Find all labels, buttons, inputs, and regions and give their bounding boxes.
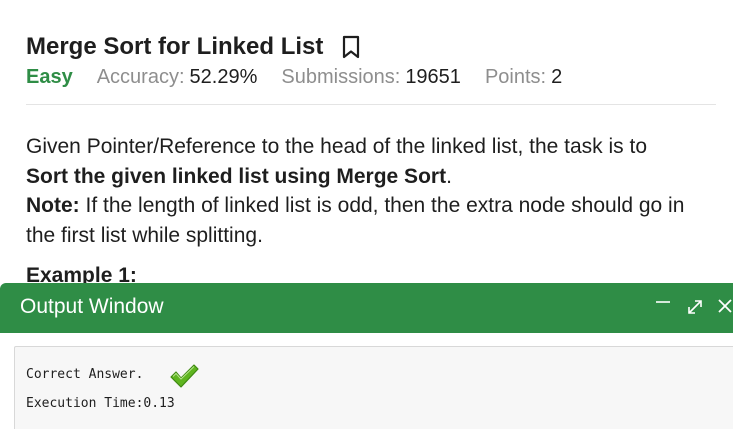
output-window-title: Output Window xyxy=(20,295,164,318)
points-value: 2 xyxy=(551,66,563,88)
problem-page: Merge Sort for Linked List Easy Accuracy… xyxy=(0,0,733,429)
accuracy-label: Accuracy: xyxy=(96,66,185,88)
statement-bold-suffix: . xyxy=(446,164,452,188)
execution-time: Execution Time:0.13 xyxy=(26,396,175,411)
statement-note: Note: If the length of linked list is od… xyxy=(26,191,716,250)
accuracy-value: 52.29% xyxy=(189,66,258,88)
note-label: Note: xyxy=(26,194,80,217)
output-console: Correct Answer. Execution Time:0.13 xyxy=(14,346,733,429)
title-row: Merge Sort for Linked List xyxy=(26,33,361,61)
problem-meta: Easy Accuracy: 52.29% Submissions: 19651… xyxy=(26,66,586,89)
problem-statement: Given Pointer/Reference to the head of t… xyxy=(26,132,716,250)
bookmark-icon[interactable] xyxy=(341,35,361,59)
difficulty-badge: Easy xyxy=(26,66,73,88)
statement-line: Given Pointer/Reference to the head of t… xyxy=(26,132,716,162)
statement-text: Given Pointer/Reference to the head of t… xyxy=(26,135,648,158)
submissions-value: 19651 xyxy=(405,66,461,88)
result-text: Correct Answer. xyxy=(26,367,144,382)
note-text: If the length of linked list is odd, the… xyxy=(26,194,685,247)
output-window-header[interactable]: Output Window xyxy=(0,283,733,333)
points-label: Points: xyxy=(484,66,547,88)
submissions-label: Submissions: xyxy=(281,66,401,88)
maximize-icon[interactable] xyxy=(684,295,706,317)
problem-title: Merge Sort for Linked List xyxy=(26,33,324,60)
header-divider xyxy=(26,104,716,105)
output-window: Output Window Correct Answer. Execution … xyxy=(0,283,733,429)
close-icon[interactable] xyxy=(714,295,733,317)
statement-task: Sort the given linked list using Merge S… xyxy=(26,162,716,192)
statement-bold-text: Sort the given linked list using Merge S… xyxy=(26,164,447,188)
minimize-icon[interactable] xyxy=(652,295,674,317)
checkmark-icon xyxy=(168,362,200,390)
